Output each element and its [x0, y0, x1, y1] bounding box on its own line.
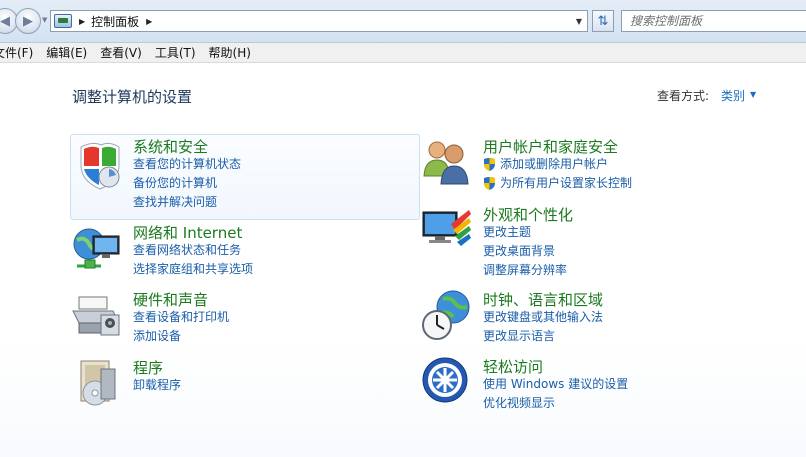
category-links: 更改键盘或其他输入法 更改显示语言 [483, 307, 603, 345]
link-view-network-status[interactable]: 查看网络状态和任务 [133, 240, 253, 259]
users-icon [423, 141, 469, 185]
link-uninstall-program[interactable]: 卸载程序 [133, 375, 181, 394]
menu-tools[interactable]: 工具(T) [155, 44, 196, 61]
category-clock-language: 时钟、语言和区域 更改键盘或其他输入法 更改显示语言 [421, 289, 751, 349]
control-panel-icon [54, 14, 72, 28]
category-links: 查看网络状态和任务 选择家庭组和共享选项 [133, 240, 253, 278]
link-add-device[interactable]: 添加设备 [133, 326, 229, 345]
link-find-fix-problems[interactable]: 查找并解决问题 [133, 192, 241, 211]
link-label[interactable]: 添加或删除用户帐户 [500, 155, 608, 172]
refresh-icon: ⇅ [597, 13, 609, 29]
link-change-theme[interactable]: 更改主题 [483, 222, 567, 241]
breadcrumb-arrow-icon[interactable]: ▶ [79, 17, 85, 26]
category-hardware-sound: 硬件和声音 查看设备和打印机 添加设备 [71, 289, 401, 349]
category-links: 查看您的计算机状态 备份您的计算机 查找并解决问题 [133, 154, 241, 211]
printer-icon [72, 296, 120, 336]
category-system-security: 系统和安全 查看您的计算机状态 备份您的计算机 查找并解决问题 [70, 134, 420, 220]
link-keyboard-input[interactable]: 更改键盘或其他输入法 [483, 307, 603, 326]
menu-help[interactable]: 帮助(H) [209, 44, 251, 61]
link-recommended-settings[interactable]: 使用 Windows 建议的设置 [483, 374, 628, 393]
category-appearance: 外观和个性化 更改主题 更改桌面背景 调整屏幕分辨率 [421, 204, 751, 277]
category-links: 卸载程序 [133, 375, 181, 394]
address-history-dropdown[interactable]: ▼ [571, 11, 587, 31]
category-links: 更改主题 更改桌面背景 调整屏幕分辨率 [483, 222, 567, 279]
address-bar: ◀ ▶ ▼ ▶ 控制面板 ▶ ▼ ⇅ [0, 0, 806, 43]
uac-shield-icon [484, 157, 495, 171]
breadcrumb-control-panel[interactable]: 控制面板 [91, 13, 139, 30]
link-view-computer-status[interactable]: 查看您的计算机状态 [133, 154, 241, 173]
forward-button[interactable]: ▶ [15, 8, 41, 34]
view-by-label: 查看方式: [657, 89, 710, 103]
view-by-dropdown[interactable]: 类别 [721, 87, 745, 104]
shield-icon [80, 142, 120, 190]
link-display-language[interactable]: 更改显示语言 [483, 326, 603, 345]
link-homegroup-sharing[interactable]: 选择家庭组和共享选项 [133, 259, 253, 278]
search-input[interactable] [630, 14, 800, 28]
category-network-internet: 网络和 Internet 查看网络状态和任务 选择家庭组和共享选项 [71, 222, 401, 282]
category-links: 添加或删除用户帐户 为所有用户设置家长控制 [483, 154, 632, 192]
menu-view[interactable]: 查看(V) [100, 44, 142, 61]
programs-icon [80, 360, 116, 406]
network-icon [73, 228, 120, 269]
arrow-right-icon: ▶ [23, 13, 33, 29]
clock-globe-icon [422, 290, 470, 340]
address-field[interactable]: ▶ 控制面板 ▶ ▼ [50, 10, 588, 32]
recent-pages-dropdown[interactable]: ▼ [42, 16, 47, 24]
link-backup-computer[interactable]: 备份您的计算机 [133, 173, 241, 192]
link-optimize-display[interactable]: 优化视频显示 [483, 393, 628, 412]
category-links: 使用 Windows 建议的设置 优化视频显示 [483, 374, 628, 412]
link-parental-controls[interactable]: 为所有用户设置家长控制 [483, 173, 632, 192]
ease-of-access-icon [422, 357, 468, 403]
search-box[interactable] [621, 10, 806, 32]
refresh-button[interactable]: ⇅ [592, 10, 614, 32]
page-title: 调整计算机的设置 [72, 88, 193, 106]
category-ease-of-access: 轻松访问 使用 Windows 建议的设置 优化视频显示 [421, 356, 751, 416]
link-add-remove-accounts[interactable]: 添加或删除用户帐户 [483, 154, 632, 173]
menu-edit[interactable]: 编辑(E) [46, 44, 87, 61]
link-change-background[interactable]: 更改桌面背景 [483, 241, 567, 260]
uac-shield-icon [484, 176, 495, 190]
category-programs: 程序 卸载程序 [71, 357, 401, 407]
chevron-down-icon[interactable]: ▼ [750, 90, 756, 99]
arrow-left-icon: ◀ [0, 13, 10, 29]
category-user-accounts: 用户帐户和家庭安全 添加或删除用户帐户 为所有用户设置家长控制 [421, 136, 751, 196]
link-label[interactable]: 为所有用户设置家长控制 [500, 174, 632, 191]
link-devices-printers[interactable]: 查看设备和打印机 [133, 307, 229, 326]
menu-file[interactable]: 文件(F) [0, 44, 33, 61]
menu-bar: 文件(F) 编辑(E) 查看(V) 工具(T) 帮助(H) [0, 43, 806, 63]
breadcrumb-arrow-icon[interactable]: ▶ [146, 17, 152, 26]
control-panel-content: 调整计算机的设置 查看方式: 类别 ▼ 系统和安全 查看您的计算机状态 备份您的… [0, 63, 806, 457]
link-screen-resolution[interactable]: 调整屏幕分辨率 [483, 260, 567, 279]
category-links: 查看设备和打印机 添加设备 [133, 307, 229, 345]
monitor-icon [422, 210, 471, 246]
